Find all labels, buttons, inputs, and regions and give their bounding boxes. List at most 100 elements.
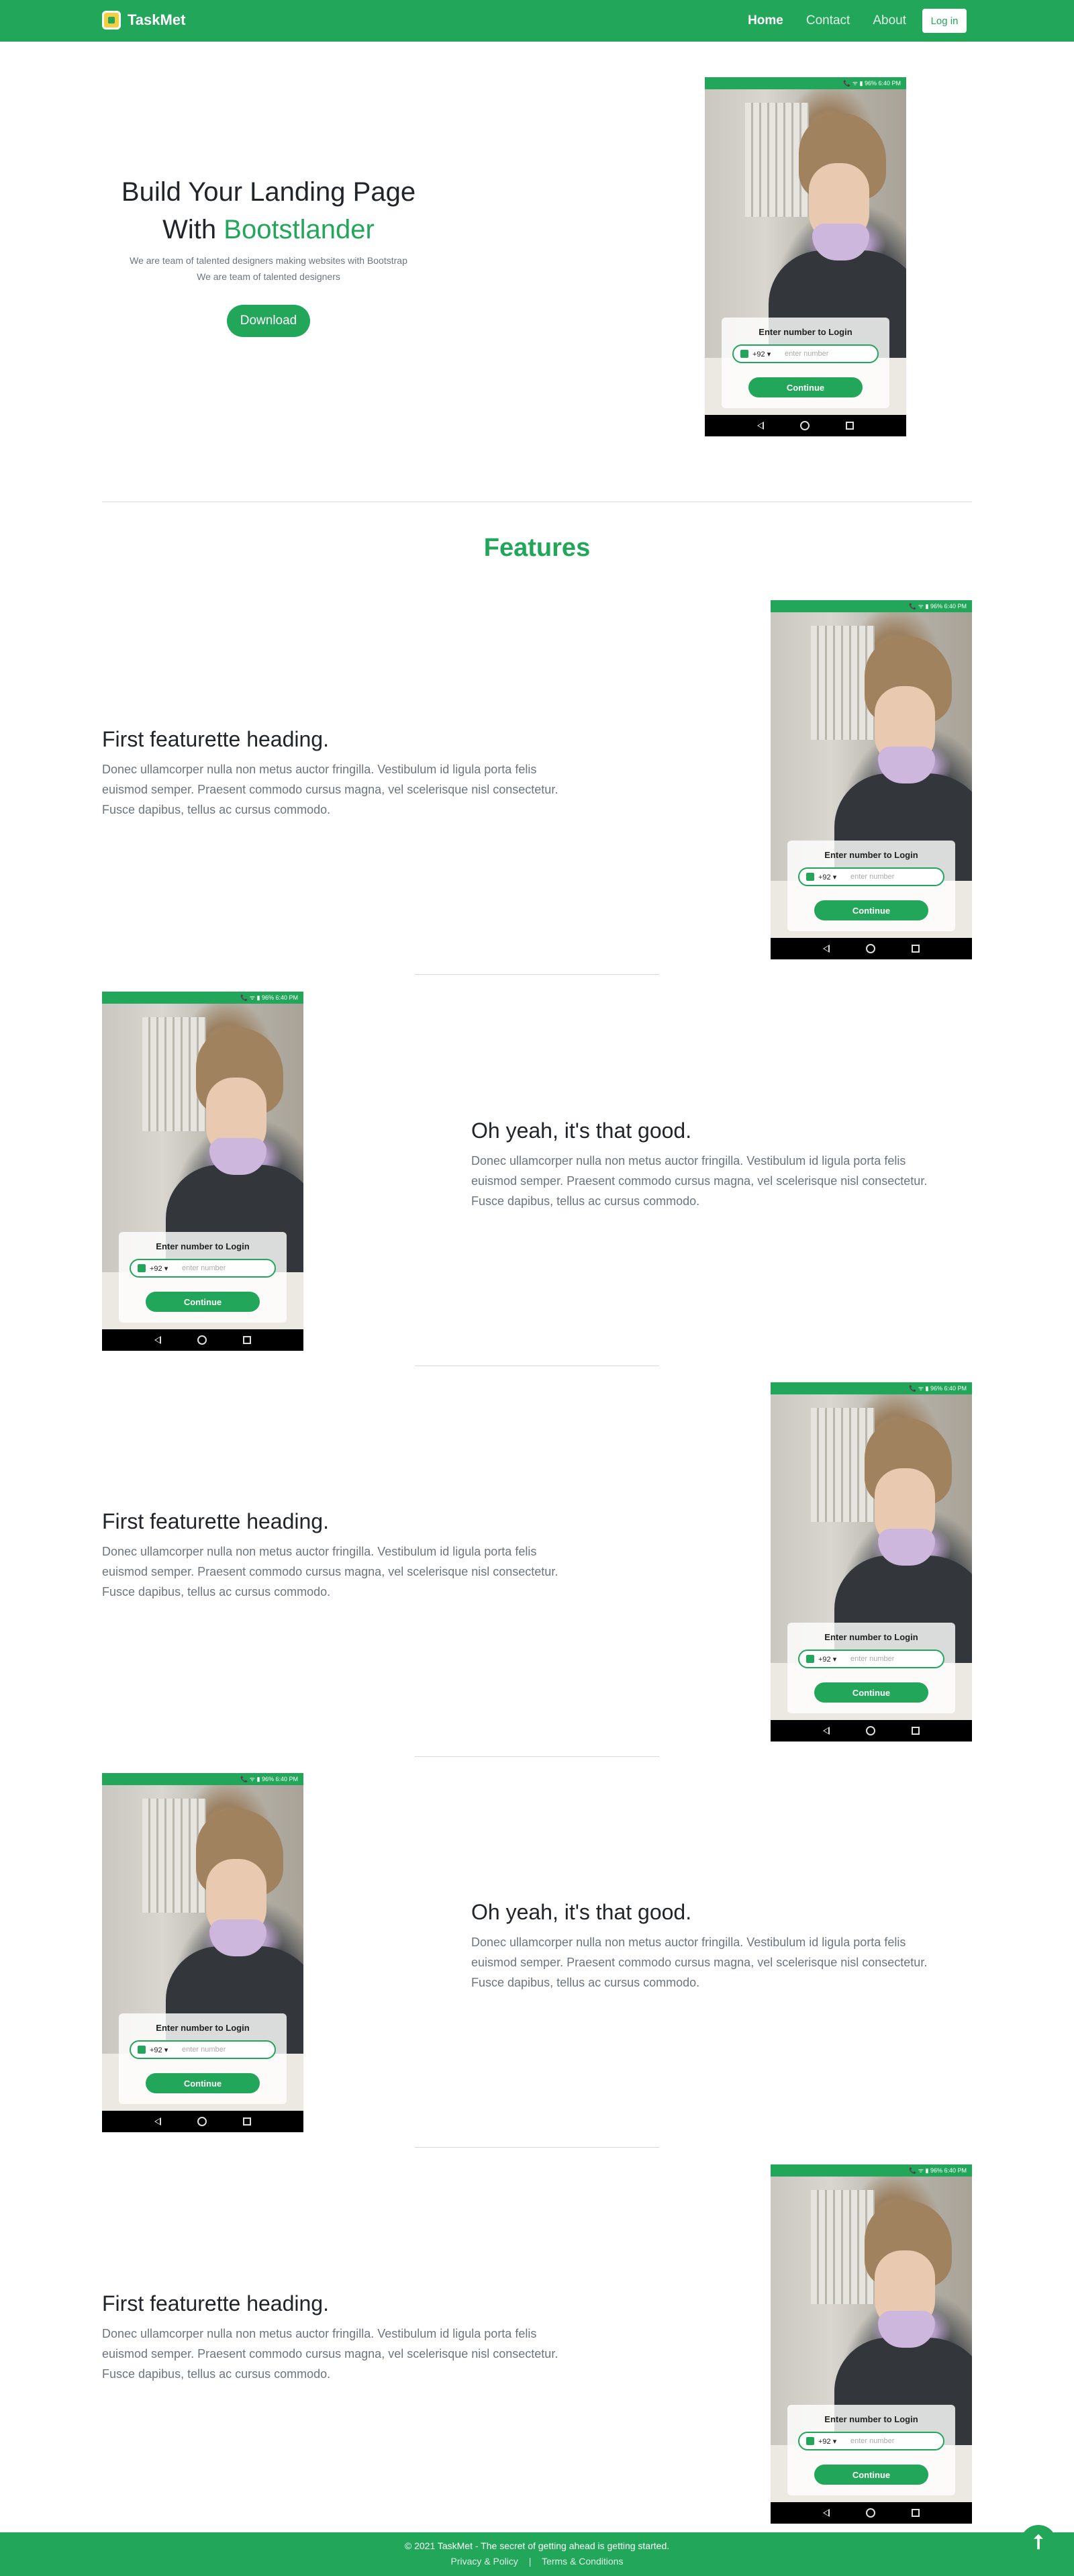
phone-icon <box>806 2437 814 2445</box>
back-icon[interactable] <box>823 2509 830 2517</box>
recent-apps-icon[interactable] <box>912 1727 920 1735</box>
home-icon[interactable] <box>866 944 875 953</box>
feature-heading: Oh yeah, it's that good. <box>471 1118 692 1143</box>
phone-continue-button[interactable]: Continue <box>814 2465 928 2485</box>
feature-text: Donec ullamcorper nulla non metus auctor… <box>471 1936 928 1989</box>
country-code[interactable]: +92 ▾ <box>818 2437 836 2446</box>
phone-continue-button[interactable]: Continue <box>146 2073 260 2093</box>
phone-login-card: Enter number to Login +92 ▾ enter number… <box>119 1232 287 1323</box>
phone-nav-bar <box>705 415 906 436</box>
back-icon[interactable] <box>757 422 764 430</box>
recent-apps-icon[interactable] <box>243 1336 251 1344</box>
nav-links: Home Contact About <box>748 13 906 28</box>
phone-number-input[interactable]: +92 ▾ enter number <box>130 1259 276 1278</box>
phone-continue-button[interactable]: Continue <box>146 1292 260 1312</box>
phone-mockup: 📞 ᯤ ▮ 96% 6:40 PM Enter number to Login … <box>771 1382 972 1742</box>
phone-status-right: 📞 ᯤ ▮ 96% 6:40 PM <box>909 2167 967 2174</box>
recent-apps-icon[interactable] <box>912 2509 920 2517</box>
back-icon[interactable] <box>154 2117 161 2126</box>
nav-link-home[interactable]: Home <box>748 13 783 28</box>
phone-continue-button[interactable]: Continue <box>748 377 863 397</box>
phone-login-title: Enter number to Login <box>156 2023 250 2033</box>
home-icon[interactable] <box>866 2508 875 2518</box>
phone-nav-bar <box>771 2502 972 2524</box>
phone-mockup: 📞 ᯤ ▮ 96% 6:40 PM Enter number to Login … <box>102 992 303 1351</box>
home-icon[interactable] <box>197 2117 207 2126</box>
phone-number-input[interactable]: +92 ▾ enter number <box>798 2432 944 2450</box>
privacy-link[interactable]: Privacy & Policy <box>451 2556 518 2567</box>
footer: © 2021 TaskMet - The secret of getting a… <box>0 2532 1074 2576</box>
phone-number-placeholder: enter number <box>850 1655 895 1663</box>
country-code[interactable]: +92 ▾ <box>818 873 836 881</box>
phone-status-right: 📞 ᯤ ▮ 96% 6:40 PM <box>843 80 901 87</box>
phone-background-photo: Enter number to Login +92 ▾ enter number… <box>771 1394 972 1720</box>
home-icon[interactable] <box>800 421 810 430</box>
terms-link[interactable]: Terms & Conditions <box>542 2556 623 2567</box>
feature-text: Donec ullamcorper nulla non metus auctor… <box>102 1545 558 1599</box>
country-code[interactable]: +92 ▾ <box>752 350 771 359</box>
phone-mockup: 📞 ᯤ ▮ 96% 6:40 PM Enter number to Login … <box>771 2164 972 2524</box>
login-button[interactable]: Log in <box>922 9 967 33</box>
phone-login-card: Enter number to Login +92 ▾ enter number… <box>787 1623 955 1713</box>
nav-link-contact[interactable]: Contact <box>806 13 850 28</box>
taskmet-logo-icon <box>102 11 121 30</box>
phone-number-placeholder: enter number <box>182 1264 226 1272</box>
phone-icon <box>806 1655 814 1663</box>
country-code[interactable]: +92 ▾ <box>818 1655 836 1664</box>
brand[interactable]: TaskMet <box>102 11 185 30</box>
footer-links: Privacy & Policy | Terms & Conditions <box>0 2556 1074 2567</box>
recent-apps-icon[interactable] <box>912 945 920 953</box>
footer-separator: | <box>528 2556 532 2567</box>
hero-title-with: With <box>162 215 217 244</box>
hero-subtitle-line1: We are team of talented designers making… <box>130 255 407 266</box>
download-button[interactable]: Download <box>227 305 310 337</box>
country-code[interactable]: +92 ▾ <box>150 1264 168 1273</box>
phone-continue-button[interactable]: Continue <box>814 1682 928 1703</box>
phone-status-bar: 📞 ᯤ ▮ 96% 6:40 PM <box>102 1773 303 1785</box>
phone-continue-button[interactable]: Continue <box>814 900 928 920</box>
phone-number-placeholder: enter number <box>850 873 895 881</box>
phone-login-title: Enter number to Login <box>824 850 918 860</box>
feature-heading: First featurette heading. <box>102 2291 329 2316</box>
recent-apps-icon[interactable] <box>243 2117 251 2126</box>
feature-heading: First featurette heading. <box>102 727 329 751</box>
phone-number-input[interactable]: +92 ▾ enter number <box>130 2040 276 2059</box>
nav-link-about[interactable]: About <box>873 13 906 28</box>
phone-number-placeholder: enter number <box>785 350 829 358</box>
phone-background-photo: Enter number to Login +92 ▾ enter number… <box>771 2177 972 2502</box>
phone-icon <box>806 873 814 881</box>
features-title: Features <box>483 534 591 562</box>
phone-number-input[interactable]: +92 ▾ enter number <box>798 1650 944 1668</box>
phone-login-title: Enter number to Login <box>824 1632 918 1642</box>
phone-number-input[interactable]: +92 ▾ enter number <box>798 867 944 886</box>
phone-login-title: Enter number to Login <box>759 327 852 337</box>
home-icon[interactable] <box>197 1335 207 1345</box>
phone-number-input[interactable]: +92 ▾ enter number <box>732 344 879 363</box>
phone-icon <box>740 350 748 358</box>
phone-status-bar: 📞 ᯤ ▮ 96% 6:40 PM <box>705 77 906 89</box>
hero-title-line1: Build Your Landing Page <box>121 177 416 207</box>
phone-nav-bar <box>102 2111 303 2132</box>
back-icon[interactable] <box>823 1727 830 1735</box>
hero-title: Build Your Landing Page With Bootstlande… <box>101 173 436 248</box>
back-icon[interactable] <box>154 1336 161 1344</box>
phone-status-right: 📞 ᯤ ▮ 96% 6:40 PM <box>240 994 298 1001</box>
back-icon[interactable] <box>823 945 830 953</box>
recent-apps-icon[interactable] <box>846 422 854 430</box>
home-icon[interactable] <box>866 1726 875 1735</box>
feature-heading: First featurette heading. <box>102 1509 329 1533</box>
phone-background-photo: Enter number to Login +92 ▾ enter number… <box>705 89 906 415</box>
country-code[interactable]: +92 ▾ <box>150 2046 168 2054</box>
phone-login-card: Enter number to Login +92 ▾ enter number… <box>722 318 889 408</box>
phone-icon <box>138 1264 146 1272</box>
feature-divider <box>415 1756 659 1757</box>
feature-text: Donec ullamcorper nulla non metus auctor… <box>471 1154 928 1208</box>
back-to-top-button[interactable]: ⭡ <box>1020 2525 1057 2561</box>
phone-login-card: Enter number to Login +92 ▾ enter number… <box>119 2013 287 2104</box>
phone-login-card: Enter number to Login +92 ▾ enter number… <box>787 841 955 931</box>
phone-background-photo: Enter number to Login +92 ▾ enter number… <box>102 1785 303 2111</box>
brand-name: TaskMet <box>128 11 186 28</box>
phone-status-right: 📞 ᯤ ▮ 96% 6:40 PM <box>909 1385 967 1392</box>
feature-divider <box>415 2147 659 2148</box>
phone-status-right: 📞 ᯤ ▮ 96% 6:40 PM <box>909 603 967 610</box>
